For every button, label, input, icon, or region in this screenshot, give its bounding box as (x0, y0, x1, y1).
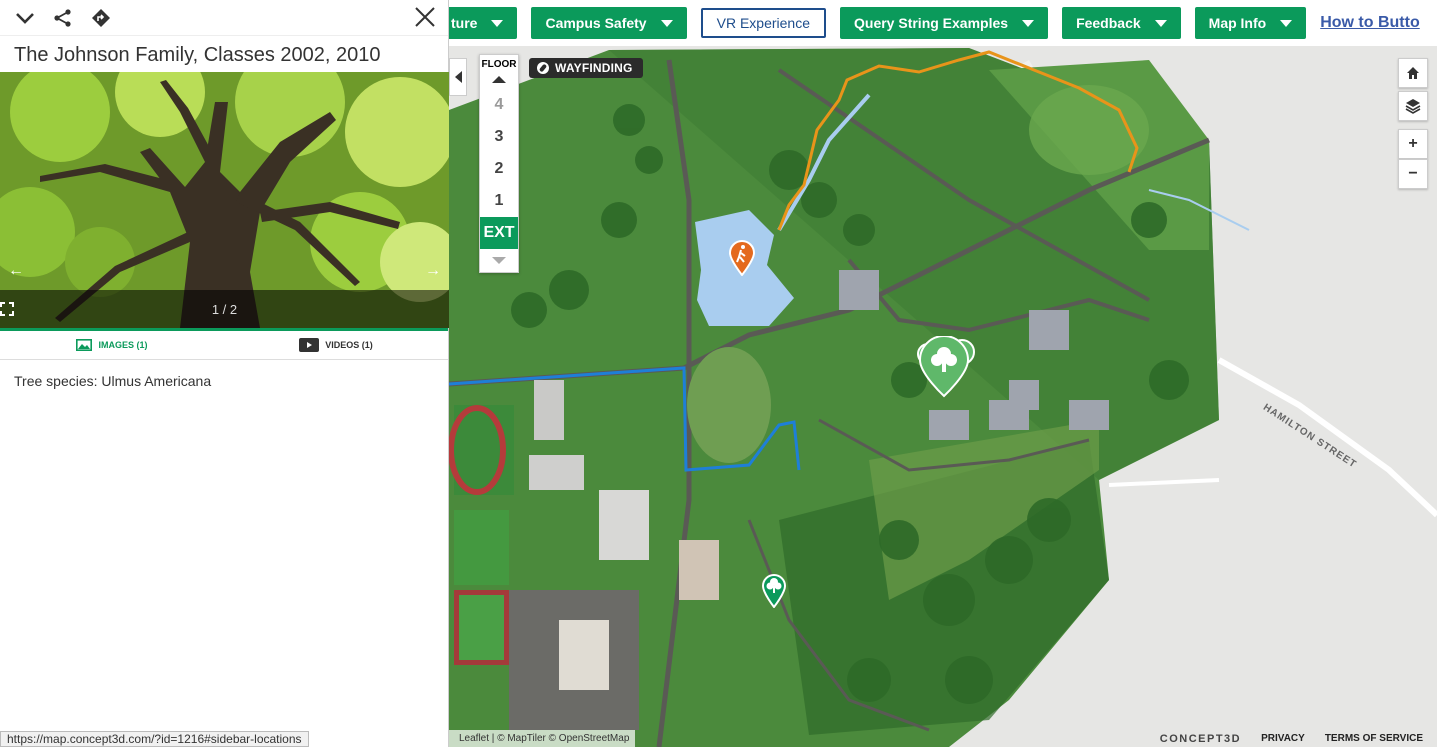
floor-option-4[interactable]: 4 (480, 89, 518, 121)
feedback-label: Feedback (1076, 15, 1141, 31)
attribution-text: Leaflet | © MapTiler © OpenStreetMap (449, 730, 636, 747)
nav-vr-experience-button[interactable]: VR Experience (700, 8, 826, 38)
osm-link[interactable]: © OpenStreetMap (549, 733, 630, 744)
chevron-down-icon (16, 12, 34, 24)
next-photo-arrow-icon[interactable]: → (425, 262, 441, 280)
video-icon (299, 338, 320, 352)
photo-gallery[interactable]: ← → 1 / 2 (0, 72, 449, 328)
floor-down-arrow-icon[interactable] (492, 257, 506, 264)
tree-cluster-marker-icon[interactable] (916, 336, 978, 398)
floor-up-arrow-icon[interactable] (492, 76, 506, 83)
app-root: HAMILTON STREET ture Campus Safety VR Ex… (0, 0, 1437, 747)
terms-link[interactable]: TERMS OF SERVICE (1325, 733, 1423, 744)
home-icon (1407, 67, 1419, 79)
nav-campus-safety-dropdown[interactable]: Campus Safety (531, 7, 687, 39)
nav-feedback-dropdown[interactable]: Feedback (1062, 7, 1181, 39)
image-icon (76, 339, 93, 351)
chevron-left-icon (454, 71, 462, 83)
layers-icon (1405, 99, 1421, 114)
compass-icon (537, 62, 549, 74)
footer-links: CONCEPT3D PRIVACY TERMS OF SERVICE (1160, 730, 1423, 747)
tree-marker-icon[interactable] (762, 574, 786, 608)
directions-icon (92, 8, 110, 27)
fullscreen-icon[interactable] (0, 302, 14, 316)
chevron-down-icon (1022, 19, 1035, 27)
nav-dropdown-partial[interactable]: ture (449, 7, 518, 39)
share-button[interactable] (52, 7, 74, 29)
videos-tab-label: VIDEOS (1) (325, 340, 373, 350)
status-bar-url: https://map.concept3d.com/?id=1216#sideb… (0, 731, 309, 747)
zoom-in-button[interactable]: + (1398, 129, 1428, 159)
top-navigation: ture Campus Safety VR Experience Query S… (449, 0, 1437, 46)
location-description: Tree species: Ulmus Americana (14, 373, 212, 389)
chevron-down-icon (1280, 19, 1293, 27)
leaflet-link[interactable]: Leaflet (459, 733, 489, 744)
images-tab-label: IMAGES (1) (98, 340, 148, 350)
photo-counter: 1 / 2 (211, 301, 238, 317)
floor-selector-title: FLOOR (481, 59, 517, 70)
campus-map[interactable]: HAMILTON STREET ture Campus Safety VR Ex… (449, 0, 1437, 747)
floor-option-3[interactable]: 3 (480, 121, 518, 153)
floor-selector: FLOOR 4 3 2 1 EXT (479, 54, 519, 273)
wayfinding-label: WAYFINDING (555, 61, 633, 75)
query-string-label: Query String Examples (854, 15, 1009, 31)
chevron-down-icon (1154, 19, 1167, 27)
vr-experience-label: VR Experience (716, 15, 810, 31)
tab-images[interactable]: IMAGES (1) (0, 331, 224, 359)
chevron-down-icon (491, 19, 504, 27)
floor-option-1[interactable]: 1 (480, 185, 518, 217)
close-icon (415, 7, 435, 27)
home-button[interactable] (1398, 58, 1428, 88)
close-button[interactable] (414, 6, 436, 28)
tab-videos[interactable]: VIDEOS (1) (224, 331, 448, 359)
campus-safety-label: Campus Safety (545, 15, 647, 31)
map-attribution: Leaflet | © MapTiler © OpenStreetMap CON… (449, 730, 1437, 747)
directions-button[interactable] (90, 7, 112, 29)
nav-map-info-dropdown[interactable]: Map Info (1194, 7, 1307, 39)
layers-button[interactable] (1398, 91, 1428, 121)
media-tabs: IMAGES (1) VIDEOS (1) (0, 328, 448, 360)
photo-counter-bar: 1 / 2 (0, 290, 449, 328)
privacy-link[interactable]: PRIVACY (1261, 733, 1305, 744)
nav-partial-label: ture (451, 15, 478, 31)
sidebar-toolbar (0, 0, 448, 36)
nav-how-to-link[interactable]: How to Butto (1320, 14, 1420, 32)
maptiler-link[interactable]: © MapTiler (497, 733, 546, 744)
hiking-marker-icon[interactable] (728, 240, 756, 276)
share-icon (54, 8, 71, 27)
floor-option-ext[interactable]: EXT (480, 217, 518, 249)
map-info-label: Map Info (1208, 15, 1267, 31)
zoom-out-button[interactable]: − (1398, 159, 1428, 189)
nav-query-string-dropdown[interactable]: Query String Examples (840, 7, 1049, 39)
location-sidebar: The Johnson Family, Classes 2002, 2010 ←… (0, 0, 449, 747)
sidebar-collapse-tab[interactable] (449, 58, 467, 96)
wayfinding-button[interactable]: WAYFINDING (529, 58, 643, 78)
concept3d-logo[interactable]: CONCEPT3D (1160, 733, 1241, 745)
previous-photo-arrow-icon[interactable]: ← (8, 262, 24, 280)
chevron-down-icon (660, 19, 673, 27)
floor-option-2[interactable]: 2 (480, 153, 518, 185)
collapse-button[interactable] (14, 7, 36, 29)
location-title: The Johnson Family, Classes 2002, 2010 (14, 44, 381, 66)
